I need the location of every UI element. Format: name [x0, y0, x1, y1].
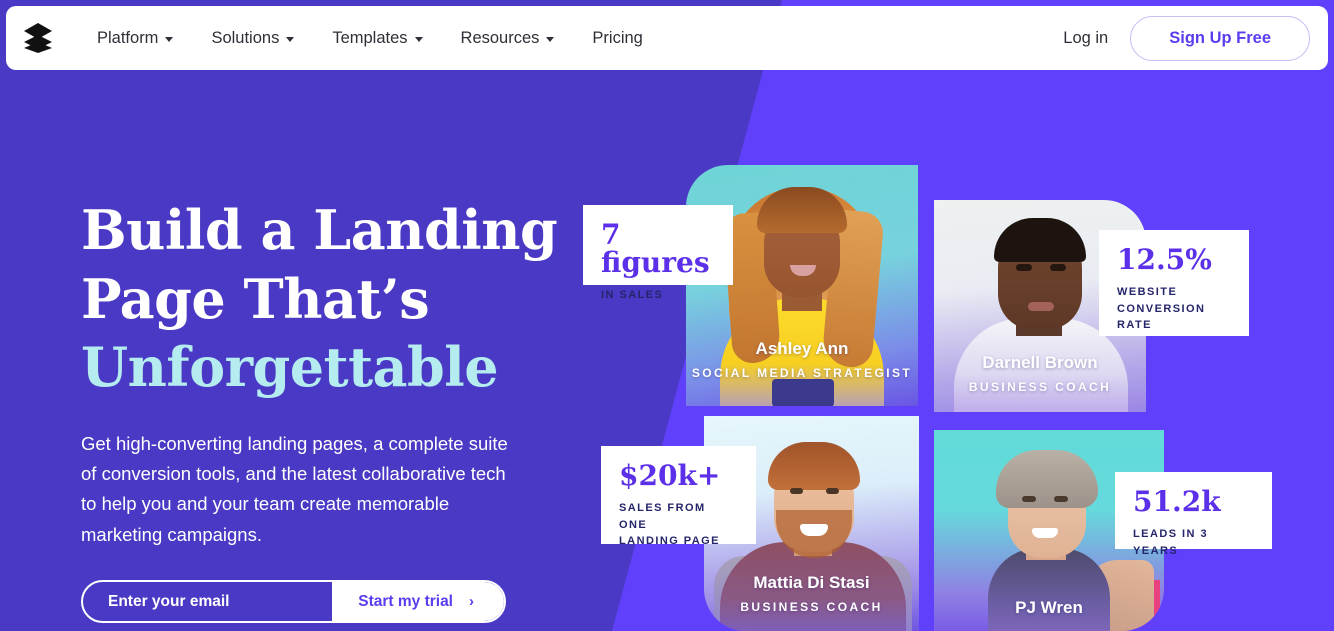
stat-label: WEBSITE CONVERSION RATE: [1117, 286, 1206, 331]
layers-logo-icon[interactable]: [20, 20, 56, 56]
card-labels: PJ Wren: [934, 598, 1164, 625]
nav-item-templates[interactable]: Templates: [313, 23, 441, 54]
card-role: BUSINESS COACH: [740, 600, 883, 614]
hero-subcopy: Get high-converting landing pages, a com…: [81, 432, 508, 545]
email-input[interactable]: [83, 582, 333, 621]
card-name: Ashley Ann: [755, 339, 849, 358]
card-role: SOCIAL MEDIA STRATEGIST: [691, 366, 913, 380]
nav-item-pricing-label: Pricing: [592, 28, 643, 47]
stat-badge-conversion-rate: 12.5% WEBSITE CONVERSION RATE: [1099, 230, 1249, 336]
nav-item-resources-label: Resources: [460, 28, 540, 47]
nav-item-platform-label: Platform: [97, 28, 159, 47]
navbar: Platform Solutions Templates Resources P…: [6, 6, 1328, 70]
stat-value: 12.5%: [1117, 243, 1212, 276]
signup-free-button[interactable]: Sign Up Free: [1130, 15, 1310, 61]
stat-value: 51.2k: [1133, 485, 1221, 518]
card-labels: Darnell Brown BUSINESS COACH: [934, 353, 1146, 394]
nav-item-resources[interactable]: Resources: [442, 23, 574, 54]
hero-copy: Build a Landing Page That’s Unforgettabl…: [81, 196, 561, 550]
headline-line-2: Page That’s: [81, 266, 430, 331]
card-name: PJ Wren: [1015, 598, 1083, 617]
nav-item-templates-label: Templates: [332, 28, 408, 47]
email-signup-form: Start my trial ›: [81, 580, 506, 623]
chevron-right-icon: ›: [469, 593, 474, 610]
chevron-down-icon: [286, 36, 295, 42]
stat-badge-figures: 7 figures IN SALES: [583, 205, 733, 301]
stat-badge-leads: 51.2k LEADS IN 3 YEARS: [1115, 472, 1272, 557]
chevron-down-icon: [546, 36, 555, 42]
start-trial-button[interactable]: Start my trial ›: [332, 582, 504, 621]
chevron-down-icon: [165, 36, 174, 42]
headline-line-1: Build a Landing: [81, 198, 558, 262]
page-title: Build a Landing Page That’s Unforgettabl…: [81, 196, 561, 402]
testimonial-card-ashley-ann[interactable]: Ashley Ann SOCIAL MEDIA STRATEGIST: [686, 165, 918, 406]
stat-value: $20k+: [619, 459, 721, 492]
card-name: Darnell Brown: [982, 353, 1098, 372]
nav-item-pricing[interactable]: Pricing: [573, 23, 661, 54]
stat-label: SALES FROM ONE LANDING PAGE: [619, 502, 720, 547]
stat-value: 7 figures: [601, 218, 710, 279]
stat-label: IN SALES: [601, 289, 664, 301]
nav-item-solutions[interactable]: Solutions: [192, 23, 313, 54]
card-name: Mattia Di Stasi: [753, 573, 870, 592]
chevron-down-icon: [414, 36, 423, 42]
nav-actions: Log in Sign Up Free: [1063, 15, 1310, 61]
card-role: BUSINESS COACH: [968, 380, 1112, 394]
headline-line-3: Unforgettable: [81, 335, 499, 400]
start-trial-label: Start my trial: [358, 592, 453, 610]
main-nav: Platform Solutions Templates Resources P…: [78, 23, 662, 54]
nav-item-platform[interactable]: Platform: [78, 23, 192, 54]
stat-badge-sales: $20k+ SALES FROM ONE LANDING PAGE: [601, 446, 756, 547]
card-labels: Ashley Ann SOCIAL MEDIA STRATEGIST: [686, 339, 918, 380]
stat-label: LEADS IN 3 YEARS: [1133, 528, 1209, 557]
nav-item-solutions-label: Solutions: [211, 28, 280, 47]
login-link[interactable]: Log in: [1063, 29, 1108, 48]
card-labels: Mattia Di Stasi BUSINESS COACH: [704, 573, 919, 614]
